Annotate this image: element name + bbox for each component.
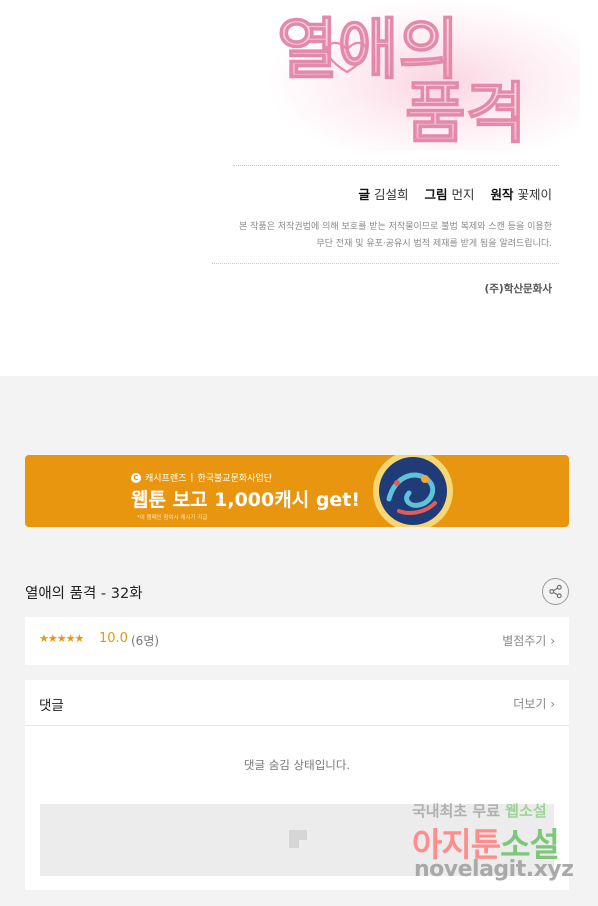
illustrator-name: 먼지 xyxy=(451,187,475,202)
comments-more-button[interactable]: 더보기 › xyxy=(513,695,555,712)
title-logo-art: 열애의 품격 xyxy=(276,9,527,152)
dragon-emblem-icon xyxy=(373,455,453,527)
comments-title: 댓글 xyxy=(39,698,64,714)
chevron-right-icon: › xyxy=(550,634,555,648)
comments-more-label: 더보기 xyxy=(513,697,547,711)
share-button[interactable] xyxy=(542,578,569,605)
image-placeholder-icon xyxy=(289,830,307,848)
comments-hidden-message: 댓글 숨김 상태입니다. xyxy=(243,758,351,772)
copyright-notice-line2: 무단 전재 및 유포·공유시 법적 제재를 받게 됨을 알려드립니다. xyxy=(316,239,552,249)
cash-friends-logo-icon: C xyxy=(131,472,141,483)
copyright-notice-line1: 본 작품은 저작권법에 의해 보호를 받는 저작물이므로 불법 복제와 스캔 등… xyxy=(239,222,552,232)
banner-top-line: C 캐시프렌즈 | 한국불교문화사업단 xyxy=(131,471,272,484)
watermark-url: novelagit.xyz xyxy=(414,857,574,882)
site-watermark: 국내최초 무료 웹소설 아지툰소설 novelagit.xyz xyxy=(408,800,588,890)
publisher: (주)학산문화사 xyxy=(484,283,552,295)
original-author: 꽃제이 xyxy=(517,187,552,202)
rating-stars: ★★★★★ xyxy=(39,632,84,645)
chevron-right-icon: › xyxy=(550,697,555,711)
banner-separator: | xyxy=(190,472,194,483)
writer-name: 김설희 xyxy=(373,187,409,202)
writer-label: 글 xyxy=(358,187,370,202)
banner-partner: 한국불교문화사업단 xyxy=(197,474,272,484)
cash-event-banner[interactable]: C 캐시프렌즈 | 한국불교문화사업단 웹툰 보고 1,000캐시 get! *… xyxy=(25,455,569,527)
rating-count: (6명) xyxy=(131,634,160,648)
title-art-line2: 품격 xyxy=(405,74,526,152)
rating-card: ★★★★★ 10.0 (6명) 별점주기 › xyxy=(25,617,569,665)
divider xyxy=(212,263,559,264)
divider xyxy=(233,165,559,166)
original-label: 원작 xyxy=(490,187,514,202)
rate-button[interactable]: 별점주기 › xyxy=(502,632,555,649)
banner-brand: 캐시프렌즈 xyxy=(145,474,187,484)
banner-headline: 웹툰 보고 1,000캐시 get! xyxy=(131,489,361,511)
credits-line: 글 김설희 그림 먼지 원작 꽃제이 xyxy=(358,184,552,203)
illustrator-label: 그림 xyxy=(424,187,448,202)
banner-fine-print: *이 캠페인 참여시 캐시가 지급 xyxy=(137,515,208,521)
rating-score: 10.0 xyxy=(99,631,128,646)
share-icon xyxy=(549,584,562,599)
comments-header: 댓글 더보기 › xyxy=(25,680,569,726)
webtoon-credit-page: 열애의 품격 글 김설희 그림 먼지 원작 꽃제이 본 작품은 저작권법에 의해… xyxy=(0,0,598,376)
episode-title: 열애의 품격 - 32화 xyxy=(25,586,143,602)
rate-button-label: 별점주기 xyxy=(502,634,547,648)
